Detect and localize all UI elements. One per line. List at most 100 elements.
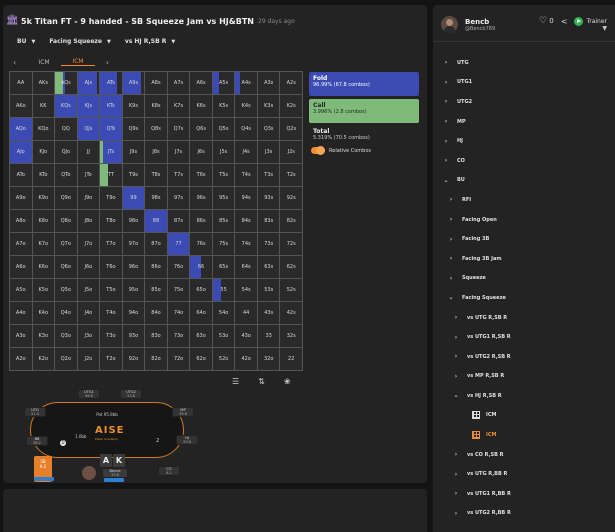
hand-cell[interactable]: 72s	[280, 233, 303, 256]
hand-cell[interactable]: 53s	[257, 279, 281, 302]
hand-cell[interactable]: K2o	[32, 348, 56, 371]
hand-cell[interactable]: 52o	[212, 348, 236, 371]
hand-cell[interactable]: Q7o	[55, 233, 78, 256]
hand-cell[interactable]: 62o	[190, 348, 213, 371]
hand-cell[interactable]: 62s	[280, 256, 303, 279]
hand-cell[interactable]: 63s	[257, 256, 281, 279]
hand-cell[interactable]: QJo	[55, 141, 78, 164]
tree-item[interactable]: › vs UTG1 R,BB R	[433, 484, 615, 504]
hand-cell[interactable]: 96o	[122, 256, 146, 279]
paint-icon[interactable]: ❀	[284, 377, 291, 386]
hand-cell[interactable]: AQo	[10, 118, 33, 141]
tree-item[interactable]: › Facing 3B	[433, 229, 615, 249]
hand-cell[interactable]: 64s	[235, 256, 258, 279]
hand-cell[interactable]: Q6o	[55, 256, 78, 279]
hand-cell[interactable]: 82s	[280, 210, 303, 233]
hand-cell[interactable]: AQs	[55, 72, 78, 95]
hand-cell[interactable]: JTs	[100, 141, 123, 164]
hand-cell[interactable]: 97o	[122, 233, 146, 256]
hand-cell[interactable]: J5o	[77, 279, 101, 302]
hand-cell[interactable]: 73o	[167, 325, 191, 348]
tree-item[interactable]: › vs UTG2 R,SB R	[433, 347, 615, 367]
hand-cell[interactable]: 98o	[122, 210, 146, 233]
chevron-right-icon[interactable]: ›	[95, 58, 109, 67]
hand-cell[interactable]: T8s	[145, 164, 168, 187]
hand-cell[interactable]: A3o	[10, 325, 33, 348]
hand-cell[interactable]: A8o	[10, 210, 33, 233]
tree-item[interactable]: › vs UTG1 R,SB R	[433, 327, 615, 347]
hand-cell[interactable]: A4s	[235, 72, 258, 95]
hand-cell[interactable]: T3s	[257, 164, 281, 187]
hand-cell[interactable]: T4o	[100, 302, 123, 325]
hand-cell[interactable]: 32o	[257, 348, 281, 371]
hand-cell[interactable]: K7o	[32, 233, 56, 256]
hand-cell[interactable]: 87o	[145, 233, 168, 256]
hand-cell[interactable]: Q2o	[55, 348, 78, 371]
hand-cell[interactable]: K5s	[212, 95, 236, 118]
hand-cell[interactable]: A9s	[122, 72, 146, 95]
hand-cell[interactable]: 95s	[212, 187, 236, 210]
tree-item[interactable]: ⌄ vs HJ R,SB R	[433, 386, 615, 406]
hand-cell[interactable]: QTs	[100, 118, 123, 141]
hand-cell[interactable]: J8o	[77, 210, 101, 233]
hand-cell[interactable]: 73s	[257, 233, 281, 256]
hand-cell[interactable]: K5o	[32, 279, 56, 302]
hand-cell[interactable]: T2o	[100, 348, 123, 371]
hand-cell[interactable]: T7o	[100, 233, 123, 256]
hand-cell[interactable]: 52s	[280, 279, 303, 302]
hand-cell[interactable]: 85o	[145, 279, 168, 302]
tree-item[interactable]: › Facing 3B Jam	[433, 249, 615, 269]
hand-cell[interactable]: 76o	[167, 256, 191, 279]
hand-cell[interactable]: 92o	[122, 348, 146, 371]
tree-item[interactable]: › vs UTG R,BB R	[433, 464, 615, 484]
hand-cell[interactable]: AJs	[77, 72, 101, 95]
hand-cell[interactable]: 75o	[167, 279, 191, 302]
hand-cell[interactable]: T7s	[167, 164, 191, 187]
hand-cell[interactable]: AKo	[10, 95, 33, 118]
hand-cell[interactable]: K6o	[32, 256, 56, 279]
hand-cell[interactable]: KQs	[55, 95, 78, 118]
hand-cell[interactable]: J2o	[77, 348, 101, 371]
hand-cell[interactable]: KQo	[32, 118, 56, 141]
hand-cell[interactable]: KJo	[32, 141, 56, 164]
tree-item[interactable]: › UTG	[433, 53, 615, 73]
tree-item[interactable]: ⌄ Facing Squeeze	[433, 288, 615, 308]
hand-cell[interactable]: K7s	[167, 95, 191, 118]
hand-cell[interactable]: Q2s	[280, 118, 303, 141]
hand-cell[interactable]: A7s	[167, 72, 191, 95]
seat-bb[interactable]: BB 38.2	[26, 436, 48, 446]
hand-cell[interactable]: 75s	[212, 233, 236, 256]
hand-cell[interactable]: T9o	[100, 187, 123, 210]
hand-cell[interactable]: K8s	[145, 95, 168, 118]
user-profile[interactable]: Bencb @Bencb789	[441, 16, 495, 33]
hand-cell[interactable]: 94o	[122, 302, 146, 325]
hand-cell[interactable]: 84o	[145, 302, 168, 325]
tree-item[interactable]: ⌄ BU	[433, 171, 615, 191]
hand-cell[interactable]: 82o	[145, 348, 168, 371]
hand-cell[interactable]: AA	[10, 72, 33, 95]
hand-cell[interactable]: 96s	[190, 187, 213, 210]
hand-cell[interactable]: K4s	[235, 95, 258, 118]
tree-item[interactable]: ICM	[433, 425, 615, 445]
hand-cell[interactable]: Q9s	[122, 118, 146, 141]
hand-cell[interactable]: 32s	[280, 325, 303, 348]
hand-cell[interactable]: AKs	[32, 72, 56, 95]
hand-cell[interactable]: T9s	[122, 164, 146, 187]
hand-cell[interactable]: Q4o	[55, 302, 78, 325]
hand-cell[interactable]: K9o	[32, 187, 56, 210]
hand-cell[interactable]: Q5o	[55, 279, 78, 302]
hand-cell[interactable]: A3s	[257, 72, 281, 95]
hand-cell[interactable]: TT	[100, 164, 123, 187]
hand-cell[interactable]: KTo	[32, 164, 56, 187]
hand-cell[interactable]: T4s	[235, 164, 258, 187]
hand-cell[interactable]: J2s	[280, 141, 303, 164]
hand-cell[interactable]: J4s	[235, 141, 258, 164]
seat-co[interactable]: CO 8.2	[158, 466, 180, 476]
hand-cell[interactable]: J8s	[145, 141, 168, 164]
hand-cell[interactable]: A5o	[10, 279, 33, 302]
hand-cell[interactable]: Q6s	[190, 118, 213, 141]
hand-cell[interactable]: Q8o	[55, 210, 78, 233]
hand-cell[interactable]: T6s	[190, 164, 213, 187]
hand-cell[interactable]: 74s	[235, 233, 258, 256]
hand-cell[interactable]: K3s	[257, 95, 281, 118]
